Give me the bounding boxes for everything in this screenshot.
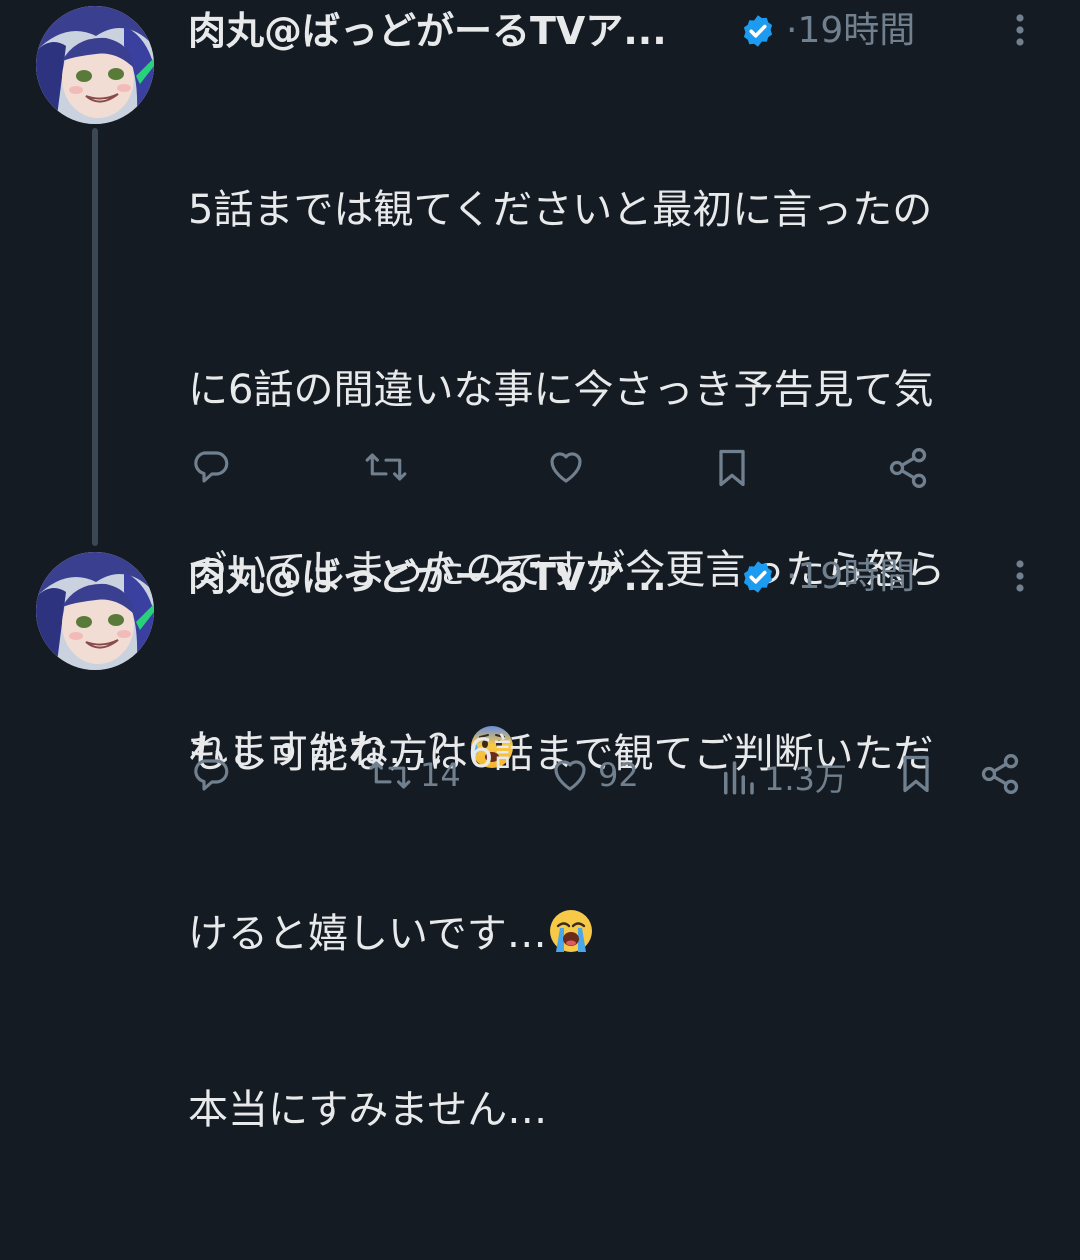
text-line: 本当にすみません… — [188, 1087, 548, 1133]
share-button[interactable] — [978, 752, 1022, 796]
heart-icon — [550, 452, 582, 483]
heart-icon — [554, 760, 586, 791]
text-line: 5話までは観てくださいと最初に言ったの — [188, 187, 933, 233]
avatar[interactable] — [36, 6, 154, 124]
avatar-image — [36, 552, 154, 670]
reply-button[interactable] — [190, 754, 232, 796]
share-icon — [981, 754, 1019, 794]
timestamp[interactable]: ·19時間 — [786, 8, 915, 54]
author-name[interactable]: 肉丸@ばっどがーるTVア... — [188, 554, 667, 600]
bookmark-icon — [903, 755, 929, 793]
thread-connector-line — [92, 128, 98, 546]
bookmark-button[interactable] — [896, 752, 936, 796]
reply-button[interactable] — [190, 446, 232, 488]
author-name[interactable]: 肉丸@ばっどがーるTVア... — [188, 8, 667, 54]
views-button[interactable]: 1.3万 — [718, 754, 847, 800]
avatar[interactable] — [36, 552, 154, 670]
verified-badge-icon — [743, 15, 773, 47]
text-line: けると嬉しいです… — [188, 904, 1048, 964]
reply-icon — [194, 451, 229, 483]
view-count: 1.3万 — [764, 760, 847, 798]
verified-badge-icon — [743, 561, 773, 593]
share-button[interactable] — [886, 446, 930, 490]
bookmark-button[interactable] — [712, 446, 752, 490]
more-options-icon[interactable] — [1010, 556, 1030, 596]
retweet-button[interactable]: 14 — [366, 754, 461, 796]
more-options-icon[interactable] — [1010, 10, 1030, 50]
text-line-content: けると嬉しいです… — [188, 911, 547, 957]
like-button[interactable] — [544, 446, 588, 488]
timestamp[interactable]: ·19時間 — [786, 554, 915, 600]
avatar-image — [36, 6, 154, 124]
like-button[interactable]: 92 — [548, 754, 639, 796]
reply-icon — [194, 759, 229, 791]
analytics-bars-icon — [724, 761, 754, 795]
bookmark-icon — [719, 449, 745, 487]
retweet-icon — [369, 761, 411, 789]
share-icon — [889, 448, 927, 488]
retweet-count: 14 — [420, 756, 461, 794]
retweet-icon — [365, 453, 407, 481]
retweet-button[interactable] — [362, 446, 410, 488]
loudly-crying-face-emoji — [549, 910, 592, 952]
tweet-text: もし可能な方は6話まで観てご判断いただ けると嬉しいです… — [188, 604, 1048, 1084]
like-count: 92 — [598, 756, 639, 794]
text-line: に6話の間違いな事に今さっき予告見て気 — [188, 367, 934, 413]
